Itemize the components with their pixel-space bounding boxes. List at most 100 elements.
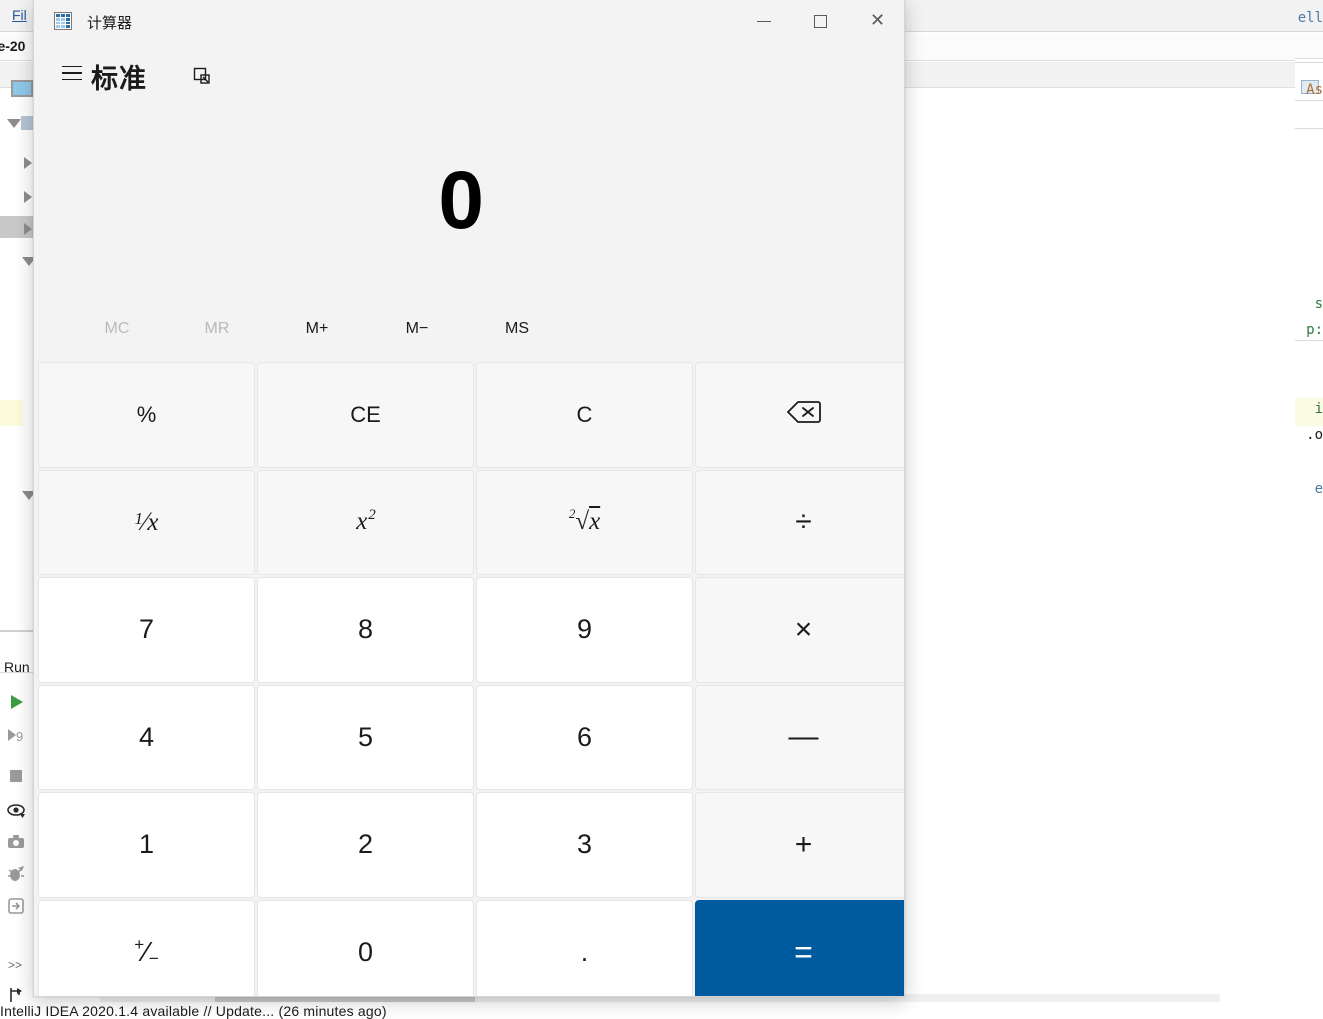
decimal-button[interactable]: .	[476, 900, 693, 998]
nine-label: 9	[577, 614, 592, 645]
ide-project-tree[interactable]	[0, 104, 36, 624]
four-button[interactable]: 4	[38, 685, 255, 791]
eye-icon[interactable]	[6, 801, 26, 821]
five-label: 5	[358, 722, 373, 753]
memory-add-button[interactable]: M+	[286, 310, 348, 348]
subtract-button[interactable]: —	[695, 685, 905, 791]
add-label: +	[795, 828, 813, 862]
multiply-button[interactable]: ×	[695, 577, 905, 683]
tree-row-selected[interactable]	[0, 216, 36, 238]
multiply-label: ×	[795, 613, 813, 647]
eight-label: 8	[358, 614, 373, 645]
negate-label: +⁄−	[134, 936, 159, 968]
minimize-icon[interactable]	[735, 0, 792, 42]
equals-button[interactable]: =	[695, 900, 905, 998]
more-icon[interactable]: >>	[6, 955, 26, 975]
one-button[interactable]: 1	[38, 792, 255, 898]
ide-editor-tab[interactable]: re-20	[0, 38, 25, 54]
seven-label: 7	[139, 614, 154, 645]
maximize-icon[interactable]	[792, 0, 849, 42]
six-button[interactable]: 6	[476, 685, 693, 791]
code-fragment: p:	[1306, 322, 1323, 338]
zero-label: 0	[358, 937, 373, 968]
one-label: 1	[139, 829, 154, 860]
branch-icon[interactable]	[6, 985, 26, 1005]
ide-rule	[1295, 340, 1323, 341]
close-icon[interactable]: ✕	[849, 0, 905, 42]
tree-row[interactable]	[0, 150, 36, 172]
add-button[interactable]: +	[695, 792, 905, 898]
clear-button[interactable]: C	[476, 362, 693, 468]
subtract-label: —	[789, 720, 819, 754]
percent-button[interactable]: %	[38, 362, 255, 468]
decimal-label: .	[581, 937, 589, 968]
chevron-right-icon[interactable]	[24, 223, 32, 235]
square-button[interactable]: x2	[257, 470, 474, 576]
reciprocal-button[interactable]: 1⁄x	[38, 470, 255, 576]
divide-button[interactable]: ÷	[695, 470, 905, 576]
percent-label: %	[137, 402, 157, 428]
calculator-icon	[54, 12, 72, 30]
backspace-icon	[787, 400, 821, 430]
memory-recall-button[interactable]: MR	[186, 310, 248, 348]
eight-button[interactable]: 8	[257, 577, 474, 683]
chevron-right-icon[interactable]	[24, 191, 32, 203]
ide-right-tabbar	[1295, 33, 1323, 59]
ide-rule	[1295, 128, 1323, 129]
seven-button[interactable]: 7	[38, 577, 255, 683]
ide-highlight-strip	[0, 400, 23, 426]
chevron-down-icon[interactable]	[7, 119, 21, 128]
chevron-right-icon[interactable]	[24, 157, 32, 169]
six-label: 6	[577, 722, 592, 753]
rerun-icon[interactable]: 9	[6, 725, 26, 745]
title-bar: 计算器 ✕	[34, 0, 905, 42]
export-icon[interactable]	[6, 896, 26, 916]
display-value: 0	[438, 160, 484, 242]
keep-on-top-icon[interactable]	[182, 60, 222, 92]
tree-row[interactable]	[0, 112, 36, 134]
memory-store-button[interactable]: MS	[486, 310, 548, 348]
square-root-label: 2√x	[569, 508, 600, 536]
square-label: x2	[356, 508, 375, 536]
equals-label: =	[794, 934, 813, 971]
code-fragment: As	[1306, 82, 1323, 98]
two-button[interactable]: 2	[257, 792, 474, 898]
square-root-button[interactable]: 2√x	[476, 470, 693, 576]
tree-row[interactable]	[0, 484, 36, 506]
clear-label: C	[577, 402, 593, 428]
code-fragment: .o	[1306, 427, 1323, 443]
ide-divider	[0, 630, 36, 632]
five-button[interactable]: 5	[257, 685, 474, 791]
nine-button[interactable]: 9	[476, 577, 693, 683]
ide-editor-right-edge[interactable]	[1295, 33, 1323, 993]
svg-text:>>: >>	[8, 958, 22, 972]
code-fragment: ell	[1298, 10, 1323, 26]
ide-menu-file[interactable]: Fil	[12, 7, 27, 23]
page-title: 标准	[91, 57, 147, 96]
zero-button[interactable]: 0	[257, 900, 474, 998]
tree-row[interactable]	[0, 184, 36, 206]
ide-status-text: IntelliJ IDEA 2020.1.4 available // Upda…	[0, 1003, 387, 1019]
memory-row: MC MR M+ M− MS	[34, 310, 905, 348]
ide-run-title: Run	[4, 659, 30, 675]
run-icon[interactable]	[6, 692, 26, 712]
tree-row[interactable]	[0, 250, 36, 272]
camera-icon[interactable]	[6, 832, 26, 852]
ide-rule	[1295, 100, 1323, 101]
window-controls: ✕	[735, 0, 905, 42]
code-fragment: e	[1315, 481, 1323, 497]
clear-entry-button[interactable]: CE	[257, 362, 474, 468]
code-fragment: s	[1315, 296, 1323, 312]
negate-button[interactable]: +⁄−	[38, 900, 255, 998]
memory-subtract-button[interactable]: M−	[386, 310, 448, 348]
three-label: 3	[577, 829, 592, 860]
svg-text:9: 9	[16, 729, 23, 744]
three-button[interactable]: 3	[476, 792, 693, 898]
divide-label: ÷	[795, 505, 811, 539]
backspace-button[interactable]	[695, 362, 905, 468]
stop-icon[interactable]	[6, 766, 26, 786]
memory-clear-button[interactable]: MC	[86, 310, 148, 348]
debug-icon[interactable]	[6, 864, 26, 884]
hamburger-menu-icon[interactable]	[51, 55, 93, 91]
two-label: 2	[358, 829, 373, 860]
